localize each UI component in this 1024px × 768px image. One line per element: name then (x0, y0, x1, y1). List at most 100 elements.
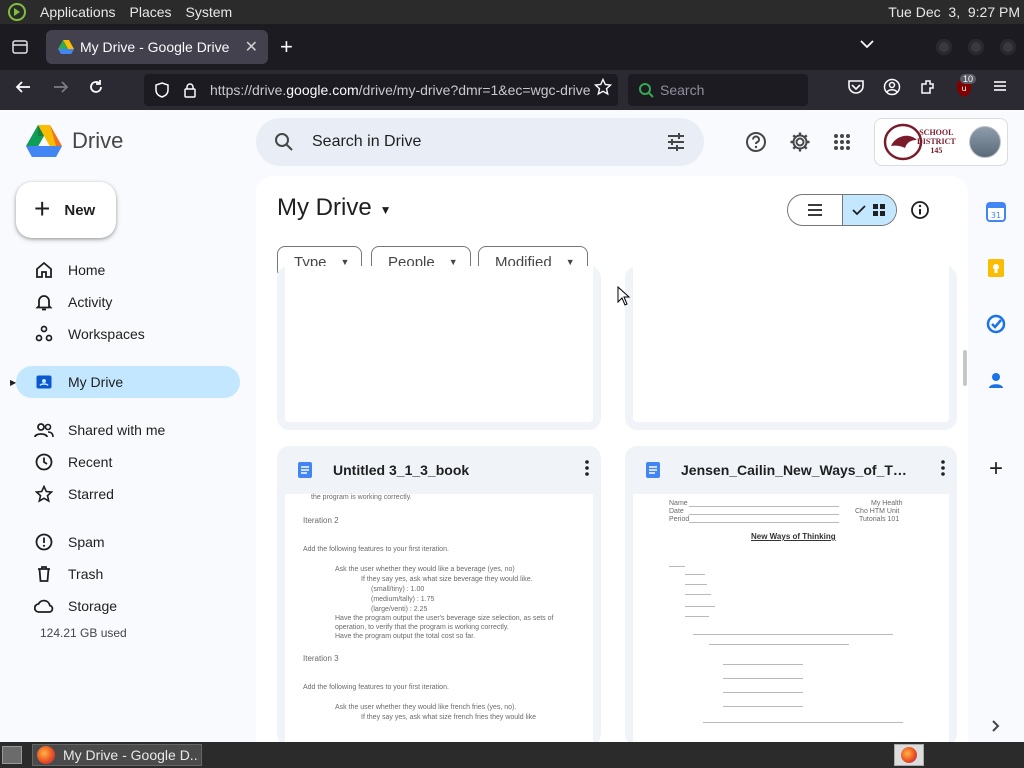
sidebar-item-recent[interactable]: Recent (16, 446, 240, 478)
file-card[interactable]: Untitled 3_1_3_book the program is worki… (277, 446, 601, 742)
google-tasks-icon[interactable] (986, 314, 1006, 334)
new-button[interactable]: + New (16, 182, 116, 238)
browser-search-bar[interactable]: Search (628, 74, 808, 106)
sidebar-item-label: Storage (68, 598, 118, 614)
show-desktop-button[interactable] (2, 746, 22, 764)
os-clock[interactable]: Tue Dec 3, 9:27 PM (888, 4, 1024, 20)
file-card-partial[interactable] (625, 266, 957, 430)
workspaces-icon (34, 324, 54, 344)
file-card-header: Untitled 3_1_3_book (277, 446, 601, 494)
sidebar-item-my-drive[interactable]: My Drive (16, 366, 240, 398)
sidebar-item-workspaces[interactable]: Workspaces (16, 318, 240, 350)
grid-view-button[interactable] (841, 195, 896, 225)
file-card-partial[interactable] (277, 266, 601, 430)
avatar[interactable] (969, 126, 1001, 158)
sidebar-item-spam[interactable]: Spam (16, 526, 240, 558)
hamburger-menu-icon[interactable] (992, 78, 1008, 99)
browser-search-placeholder: Search (660, 82, 705, 98)
view-toggle[interactable] (787, 194, 897, 226)
sidebar-item-label: Home (68, 262, 106, 278)
firefox-icon (37, 746, 55, 764)
workspace-switcher[interactable] (894, 744, 924, 766)
tab-list-button[interactable] (0, 24, 40, 70)
os-logo-icon[interactable] (8, 3, 26, 21)
school-district-logo: SCHOOL DISTRICT 145 (881, 122, 956, 162)
new-button-label: New (64, 201, 96, 219)
list-icon (807, 204, 822, 216)
back-arrow-icon[interactable] (14, 78, 32, 101)
trash-icon (34, 564, 54, 584)
window-maximize-button[interactable] (968, 39, 984, 55)
tab-overflow-chevron-icon[interactable] (860, 36, 874, 52)
svg-text:u: u (961, 84, 966, 93)
google-calendar-icon[interactable]: 31 (986, 202, 1006, 222)
account-switcher[interactable]: SCHOOL DISTRICT 145 (874, 118, 1008, 166)
google-contacts-icon[interactable] (986, 370, 1006, 390)
tab-title: My Drive - Google Drive (80, 39, 230, 55)
taskbar-firefox-window[interactable]: My Drive - Google D... (32, 744, 202, 766)
tab-close-icon[interactable]: ✕ (245, 37, 258, 57)
settings-gear-icon[interactable] (788, 130, 812, 154)
search-options-icon[interactable] (666, 132, 686, 157)
os-taskbar: My Drive - Google D... (0, 742, 1024, 768)
spam-icon (34, 532, 54, 552)
main-scrollbar-thumb[interactable] (963, 350, 967, 386)
sidebar-item-storage[interactable]: Storage (16, 590, 240, 622)
more-options-icon[interactable] (585, 460, 589, 479)
shield-icon (155, 82, 169, 98)
file-grid: Untitled 3_1_3_book the program is worki… (256, 266, 968, 742)
extension-badge: 10 (960, 74, 977, 84)
os-menu-system[interactable]: System (186, 4, 233, 20)
new-tab-button[interactable]: + (280, 34, 293, 60)
pocket-icon[interactable] (847, 78, 865, 101)
home-icon (34, 260, 54, 280)
lock-icon (184, 83, 196, 98)
bell-icon (34, 292, 54, 312)
add-app-plus-icon[interactable]: + (986, 457, 1006, 481)
page-title[interactable]: My Drive ▼ (277, 194, 392, 222)
file-thumbnail: Name My Health Date Cho HTM Unit Period … (633, 494, 949, 742)
list-view-button[interactable] (788, 195, 842, 225)
sidebar-item-starred[interactable]: Starred (16, 478, 240, 510)
sidebar-item-label: Trash (68, 566, 104, 582)
window-minimize-button[interactable] (936, 39, 952, 55)
sidebar-item-label: Workspaces (68, 326, 145, 342)
help-icon[interactable] (744, 130, 768, 154)
file-thumbnail (633, 266, 949, 422)
google-apps-grid-icon[interactable] (830, 130, 854, 154)
search-engine-icon (639, 83, 654, 98)
sidebar-item-activity[interactable]: Activity (16, 286, 240, 318)
url-path: /drive/my-drive?dmr=1&ec=wgc-drive (358, 82, 591, 98)
browser-tabstrip: My Drive - Google Drive ✕ + (0, 24, 1024, 70)
file-thumbnail (285, 266, 593, 422)
school-logo-text: SCHOOL DISTRICT 145 (917, 128, 956, 155)
google-keep-icon[interactable] (986, 258, 1006, 278)
os-menu-applications[interactable]: Applications (40, 4, 116, 20)
account-icon[interactable] (883, 78, 901, 101)
sidebar-item-home[interactable]: Home (16, 254, 240, 286)
drive-search-input[interactable]: Search in Drive (256, 118, 704, 166)
forward-arrow-icon[interactable] (52, 78, 70, 101)
clock-icon (34, 452, 54, 472)
window-close-button[interactable] (1000, 39, 1016, 55)
url-bar[interactable]: https://drive.google.com/drive/my-drive?… (144, 74, 618, 106)
mouse-cursor-icon (617, 285, 631, 311)
google-docs-icon (297, 462, 313, 478)
info-icon[interactable] (910, 200, 930, 225)
reload-icon[interactable] (87, 78, 105, 101)
file-card[interactable]: Jensen_Cailin_New_Ways_of_Thinking Name … (625, 446, 957, 742)
bookmark-star-icon[interactable] (593, 77, 613, 101)
drive-search-placeholder: Search in Drive (312, 133, 422, 150)
side-apps-panel: 31 + (968, 176, 1024, 742)
file-name: Jensen_Cailin_New_Ways_of_Thinking (681, 462, 907, 478)
extensions-icon[interactable] (919, 78, 937, 101)
more-options-icon[interactable] (941, 460, 945, 479)
sidebar-item-shared-with-me[interactable]: Shared with me (16, 414, 240, 446)
os-menu-places[interactable]: Places (130, 4, 172, 20)
sidebar-item-trash[interactable]: Trash (16, 558, 240, 590)
expand-panel-chevron-icon[interactable] (986, 716, 1006, 736)
tab-my-drive[interactable]: My Drive - Google Drive ✕ (46, 30, 268, 64)
cloud-icon (34, 596, 54, 616)
sidebar-item-label: Shared with me (68, 422, 166, 438)
drive-logo[interactable]: Drive (26, 125, 123, 157)
